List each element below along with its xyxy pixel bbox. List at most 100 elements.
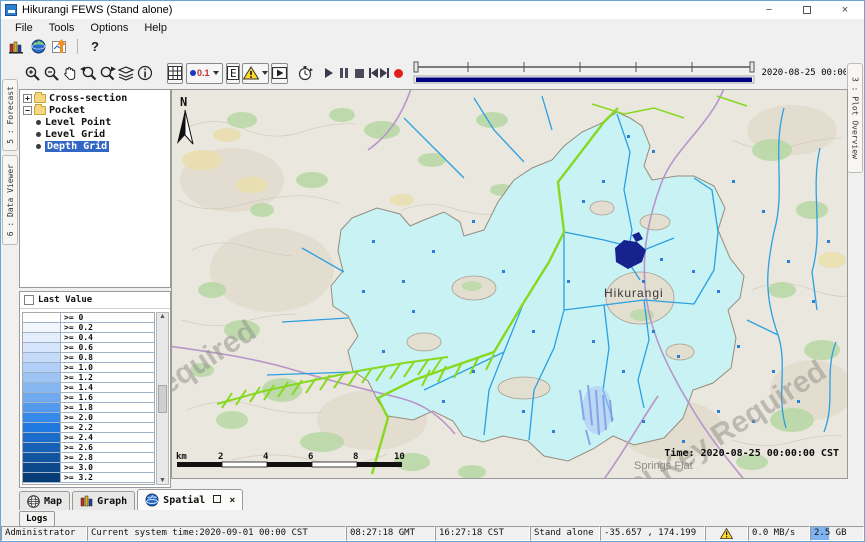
zoom-out-button[interactable] [43,63,60,84]
legend-row: >= 0.6 [23,343,154,353]
scalebar-tick: 2 [218,452,223,462]
legend-swatch [23,443,61,452]
legend-row: >= 1.8 [23,403,154,413]
node-bullet-icon [36,132,41,137]
tab-map[interactable]: Map [19,491,70,510]
legend-row: >= 3.2 [23,473,154,483]
warning-dropdown-button[interactable] [242,63,269,84]
tree-item-level-grid[interactable]: Level Grid [20,128,170,140]
animation-speed-button[interactable] [297,63,314,84]
zoom-in-button[interactable] [24,63,41,84]
menu-tools[interactable]: Tools [41,21,83,35]
pause-button[interactable] [340,63,348,84]
scalebar-tick: 8 [353,452,358,462]
zoom-next-button[interactable] [99,63,116,84]
legend-row: >= 1.2 [23,373,154,383]
legend-row: >= 2.6 [23,443,154,453]
place-label: Springs Flat [634,460,693,472]
legend-swatch [23,393,61,402]
tab-plot-overview[interactable]: 3 : Plot Overview [847,63,863,173]
info-button[interactable] [137,63,153,84]
tab-graph[interactable]: Graph [72,491,135,510]
scroll-thumb[interactable] [158,385,167,413]
status-local-time: 16:27:18 CST [435,526,530,541]
folder-icon [34,94,46,103]
play-button[interactable] [325,63,333,84]
movie-export-button[interactable] [271,63,288,84]
status-warning-cell[interactable] [705,526,748,541]
layers-button[interactable] [118,63,135,84]
contour-dot-icon [190,70,196,76]
skip-start-icon [369,68,378,78]
minimize-button[interactable]: − [750,1,788,19]
tree-item-depth-grid[interactable]: Depth Grid [20,140,170,152]
status-memory: 2.5 GB [810,526,864,541]
tab-data-viewer[interactable]: 6 : Data Viewer [2,155,18,245]
scalebar-unit: km [176,452,187,462]
legend-row: >= 1.6 [23,393,154,403]
tree-item-pocket[interactable]: − Pocket [20,104,170,116]
logs-button[interactable]: Logs [19,511,55,527]
expand-icon[interactable]: + [23,94,32,103]
legend-swatch [23,463,61,472]
timer-icon [297,65,314,82]
close-button[interactable]: × [826,1,864,19]
grid-display-button[interactable] [167,63,183,84]
legend-scrollbar[interactable]: ▲ ▼ [156,312,169,485]
timeseries-dialog-icon[interactable] [49,37,71,56]
legend-swatch [23,453,61,462]
contour-value-dropdown[interactable]: 0.1 [186,63,223,84]
legend-e-icon: E [227,66,239,80]
record-icon [394,69,403,78]
maximize-button[interactable] [788,1,826,19]
window-title: Hikurangi FEWS (Stand alone) [22,4,172,16]
timeline-slider[interactable] [412,61,756,85]
skip-end-icon [380,68,389,78]
collapse-icon[interactable]: − [23,106,32,115]
zoom-previous-button[interactable] [80,63,97,84]
tree-item-level-point[interactable]: Level Point [20,116,170,128]
legend-swatch [23,373,61,382]
pan-button[interactable] [62,63,78,84]
panel-close-icon[interactable]: × [229,495,235,506]
map-viewport[interactable]: N km 2 4 6 8 10 API Key Required API Key… [171,89,848,479]
legend-swatch [23,343,61,352]
database-viewer-icon[interactable] [5,37,27,56]
legend-label: >= 3.0 [61,463,154,472]
menu-help[interactable]: Help [136,21,175,35]
skip-start-button[interactable] [369,63,378,84]
legend-label: >= 1.8 [61,403,154,412]
scroll-up-icon[interactable]: ▲ [159,313,166,320]
grid-icon [168,66,182,80]
stop-button[interactable] [355,63,364,84]
help-button[interactable]: ? [84,37,106,56]
tab-spatial[interactable]: Spatial × [137,489,243,510]
panel-maximize-icon[interactable] [213,495,221,506]
record-button[interactable] [394,63,403,84]
last-value-label: Last Value [38,295,92,305]
legend-label: >= 2.6 [61,443,154,452]
legend-row: >= 3.0 [23,463,154,473]
map-time-label: Time: 2020-08-25 00:00:00 CST [664,448,839,459]
status-transfer-rate: 0.0 MB/s [748,526,810,541]
skip-end-button[interactable] [380,63,389,84]
bar-chart-icon [80,495,93,507]
legend-row: >= 2.4 [23,433,154,443]
legend-toggle-button[interactable]: E [226,63,240,84]
globe-icon [31,39,46,54]
legend-swatch [23,333,61,342]
menu-options[interactable]: Options [82,21,136,35]
tab-forecast[interactable]: 5 : Forecast [2,79,18,151]
legend-row: >= 0.8 [23,353,154,363]
last-value-checkbox[interactable] [24,295,34,305]
legend-swatch [23,363,61,372]
legend-label: >= 1.4 [61,383,154,392]
status-user: Administrator [1,526,87,541]
scroll-down-icon[interactable]: ▼ [159,477,166,484]
legend-row: >= 2.8 [23,453,154,463]
spatial-display-icon[interactable] [27,37,49,56]
main-toolbar: ? [1,36,864,57]
menu-file[interactable]: File [7,21,41,35]
tree-item-cross-section[interactable]: + Cross-section [20,92,170,104]
legend-label: >= 3.2 [61,473,154,482]
